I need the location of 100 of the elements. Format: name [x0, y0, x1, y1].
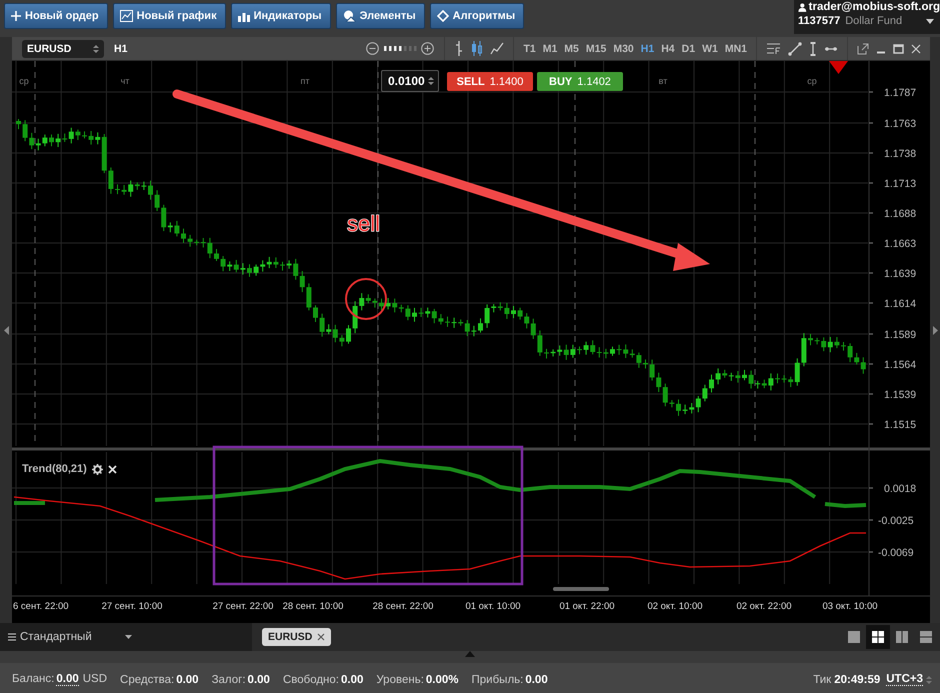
line-chart-icon[interactable]	[490, 42, 504, 55]
price-tick-label: 1.1564	[884, 359, 916, 371]
toolbar-button[interactable]: Новый график	[112, 3, 226, 29]
candle	[148, 180, 153, 200]
price-tick-label: 1.1738	[884, 148, 916, 160]
price-tick-label: 1.1663	[884, 238, 916, 250]
day-label: пт	[300, 76, 310, 86]
time-axis-label: 02 окт. 22:00	[736, 601, 792, 612]
layout-single-icon	[846, 629, 862, 645]
time-axis-label: 27 сент. 22:00	[212, 601, 274, 612]
status-value[interactable]: 0.00	[56, 673, 79, 686]
candle	[643, 358, 648, 369]
shapes-icon	[342, 10, 356, 22]
zoom-slider[interactable]	[383, 45, 418, 52]
period-button[interactable]: W1	[702, 42, 718, 54]
toolbar-button[interactable]: Элементы	[336, 3, 425, 29]
workspace-select[interactable]: Стандартный	[0, 623, 252, 651]
price-tick-label: 1.1539	[884, 389, 916, 401]
status-label: Уровень:	[376, 674, 424, 686]
spinner-icon	[93, 44, 99, 54]
candle	[742, 369, 747, 381]
candle	[841, 342, 846, 352]
clock-time: 20:49:59	[834, 674, 880, 686]
candle	[610, 346, 615, 356]
status-label: Баланс:	[12, 673, 54, 686]
status-label: Прибыль:	[472, 674, 524, 686]
time-axis-label: 28 сент. 22:00	[372, 601, 434, 612]
status-label: Свободно:	[282, 674, 339, 686]
collapse-right-icon[interactable]	[932, 326, 938, 334]
scrollbar-thumb[interactable]	[553, 587, 609, 591]
layout-rows-icon	[918, 629, 934, 645]
account-fund: Dollar Fund	[845, 15, 902, 27]
horizontal-line-icon[interactable]	[824, 44, 838, 52]
candle	[313, 304, 318, 322]
time-axis-label: 01 окт. 10:00	[465, 601, 521, 612]
indicator-tick-label: -0.0069	[878, 547, 914, 559]
status-value: 0.00	[176, 674, 199, 686]
candle	[544, 348, 549, 359]
sell-button[interactable]: SELL 1.1400	[447, 72, 533, 91]
period-button[interactable]: MN1	[724, 42, 747, 54]
caret-icon	[125, 635, 132, 639]
price-tick-label: 1.1713	[884, 178, 916, 190]
vertical-line-icon[interactable]	[809, 42, 817, 56]
candle	[577, 346, 582, 355]
candle	[181, 228, 186, 244]
period-button[interactable]: H4	[661, 42, 675, 54]
period-button[interactable]: T1	[523, 42, 536, 54]
symbol-select[interactable]: EURUSD	[22, 40, 104, 58]
time-axis-label: 01 окт. 22:00	[559, 601, 615, 612]
time-axis-label: 28 сент. 10:00	[282, 601, 344, 612]
period-button[interactable]: M15	[586, 42, 606, 54]
zoom-in-icon[interactable]	[421, 42, 434, 55]
buy-button[interactable]: BUY 1.1402	[537, 72, 623, 91]
menu-icon	[8, 633, 16, 641]
settings-icon[interactable]	[92, 464, 103, 474]
horizontal-lines-icon[interactable]	[766, 42, 781, 55]
zoom-out-icon[interactable]	[366, 42, 380, 55]
status-value: 0.00	[525, 674, 548, 686]
layout-columns-icon	[894, 629, 910, 645]
caret-icon[interactable]	[926, 18, 934, 24]
chart-tab[interactable]: EURUSD	[262, 628, 332, 646]
plus-icon	[11, 11, 21, 21]
layout-button[interactable]	[866, 625, 890, 649]
candle	[775, 373, 780, 384]
detach-icon[interactable]	[857, 42, 869, 54]
toolbar-button[interactable]: Алгоритмы	[430, 3, 524, 29]
candle	[808, 333, 813, 346]
diamond-icon	[436, 10, 449, 22]
period-button[interactable]: M1	[542, 42, 558, 54]
candle	[214, 248, 219, 262]
candle	[16, 118, 21, 130]
bar-chart-icon[interactable]	[454, 41, 464, 56]
maximize-icon[interactable]	[893, 44, 904, 54]
bar-chart-icon	[238, 10, 250, 22]
period-button[interactable]: D1	[682, 42, 696, 54]
toolbar-button[interactable]: Новый ордер	[4, 3, 108, 29]
timezone-select[interactable]: UTC+3	[886, 673, 923, 686]
lot-size-field[interactable]: 0.0100	[381, 70, 439, 92]
period-button[interactable]: H1	[640, 42, 654, 54]
user-icon	[798, 2, 807, 12]
period-button[interactable]: M30	[613, 42, 634, 54]
day-label: ср	[807, 76, 817, 86]
spinner-icon	[428, 76, 434, 86]
status-value: 0.00	[248, 674, 270, 686]
status-label: Залог:	[212, 674, 246, 686]
trend-line-icon[interactable]	[788, 42, 802, 56]
status-value: 0.00	[341, 674, 364, 686]
time-axis-label: 03 окт. 10:00	[822, 601, 878, 612]
price-tick-label: 1.1763	[884, 118, 916, 130]
price-tick-label: 1.1787	[884, 87, 916, 99]
price-tick-label: 1.1639	[884, 268, 916, 280]
candle	[379, 298, 384, 311]
candlestick-icon[interactable]	[471, 41, 484, 56]
collapse-left-icon[interactable]	[4, 326, 8, 334]
price-tick-label: 1.1688	[884, 208, 916, 220]
layout-grid-icon	[870, 629, 886, 645]
candle	[82, 130, 87, 139]
candle	[511, 305, 516, 319]
period-button[interactable]: M5	[564, 42, 579, 54]
toolbar-button[interactable]: Индикаторы	[230, 3, 331, 29]
